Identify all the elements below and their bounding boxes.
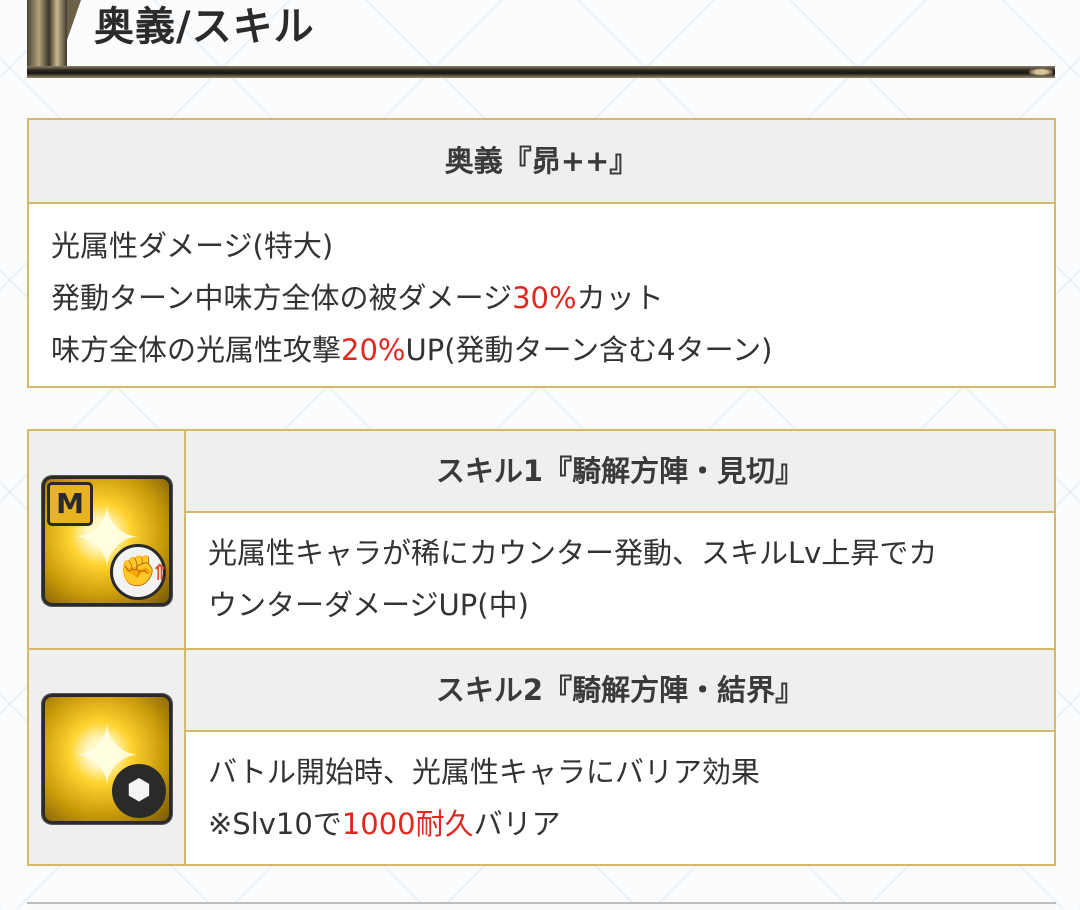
- ougi-line-text-after: カット: [576, 281, 664, 315]
- light-counter-skill-icon: ✦ M ✊ ⇑: [42, 476, 172, 606]
- skill-line: 光属性キャラが稀にカウンター発動、スキルLv上昇でカ: [208, 536, 938, 570]
- header-divider: [27, 66, 1055, 78]
- m-badge: M: [47, 482, 93, 526]
- skill-line-text: ※Slv10で: [208, 807, 342, 841]
- skill-icon-cell: ✦ ⬢: [29, 650, 186, 864]
- skill-line-text-after: バリア: [473, 807, 561, 841]
- next-section-edge: [27, 902, 1056, 910]
- section-header: 奥義/スキル: [0, 0, 1080, 82]
- honeycomb-icon: ⬢: [112, 764, 166, 818]
- skill-line-highlight: 1000耐久: [341, 807, 474, 841]
- ougi-description: 光属性ダメージ(特大) 発動ターン中味方全体の被ダメージ30%カット 味方全体の…: [29, 204, 1054, 376]
- skill-icon-cell: ✦ M ✊ ⇑: [29, 431, 186, 648]
- ougi-table: 奥義『昴++』 光属性ダメージ(特大) 発動ターン中味方全体の被ダメージ30%カ…: [27, 118, 1056, 388]
- skill-title: スキル1『騎解方陣・見切』: [186, 431, 1054, 513]
- skill-line: バトル開始時、光属性キャラにバリア効果: [208, 755, 760, 789]
- ougi-line: 光属性ダメージ(特大): [51, 220, 1054, 272]
- skill-text-cell: スキル1『騎解方陣・見切』 光属性キャラが稀にカウンター発動、スキルLv上昇でカ…: [186, 431, 1054, 648]
- ougi-line-text: 光属性ダメージ(特大): [51, 229, 334, 263]
- section-title: 奥義/スキル: [94, 4, 315, 50]
- skill-row: ✦ ⬢ スキル2『騎解方陣・結界』 バトル開始時、光属性キャラにバリア効果 ※S…: [29, 650, 1054, 864]
- skill-row: ✦ M ✊ ⇑ スキル1『騎解方陣・見切』 光属性キャラが稀にカウンター発動、スキ…: [29, 431, 1054, 650]
- skill-text-cell: スキル2『騎解方陣・結界』 バトル開始時、光属性キャラにバリア効果 ※Slv10…: [186, 650, 1054, 864]
- fist-icon: ✊ ⇑: [110, 544, 169, 600]
- skill-title: スキル2『騎解方陣・結界』: [186, 650, 1054, 732]
- ougi-line-text-after: UP(発動ターン含む4ターン): [405, 333, 773, 367]
- ougi-line-text: 味方全体の光属性攻撃: [51, 333, 342, 367]
- up-arrow-icon: ⇑: [150, 561, 169, 586]
- ougi-title: 奥義『昴++』: [29, 120, 1054, 204]
- light-barrier-skill-icon: ✦ ⬢: [42, 694, 172, 824]
- ougi-line-highlight: 20%: [341, 333, 406, 367]
- skills-table: ✦ M ✊ ⇑ スキル1『騎解方陣・見切』 光属性キャラが稀にカウンター発動、スキ…: [27, 429, 1056, 866]
- ougi-line-text: 発動ターン中味方全体の被ダメージ: [51, 281, 513, 315]
- ougi-line: 発動ターン中味方全体の被ダメージ30%カット: [51, 272, 1054, 324]
- skill-description: 光属性キャラが稀にカウンター発動、スキルLv上昇でカ ウンターダメージUP(中): [186, 513, 1054, 631]
- skill-line: ウンターダメージUP(中): [208, 588, 529, 622]
- skill-description: バトル開始時、光属性キャラにバリア効果 ※Slv10で1000耐久バリア: [186, 732, 1054, 850]
- ougi-line-highlight: 30%: [512, 281, 577, 315]
- skill-line: ※Slv10で1000耐久バリア: [208, 798, 1034, 850]
- ougi-line: 味方全体の光属性攻撃20%UP(発動ターン含む4ターン): [51, 324, 1054, 376]
